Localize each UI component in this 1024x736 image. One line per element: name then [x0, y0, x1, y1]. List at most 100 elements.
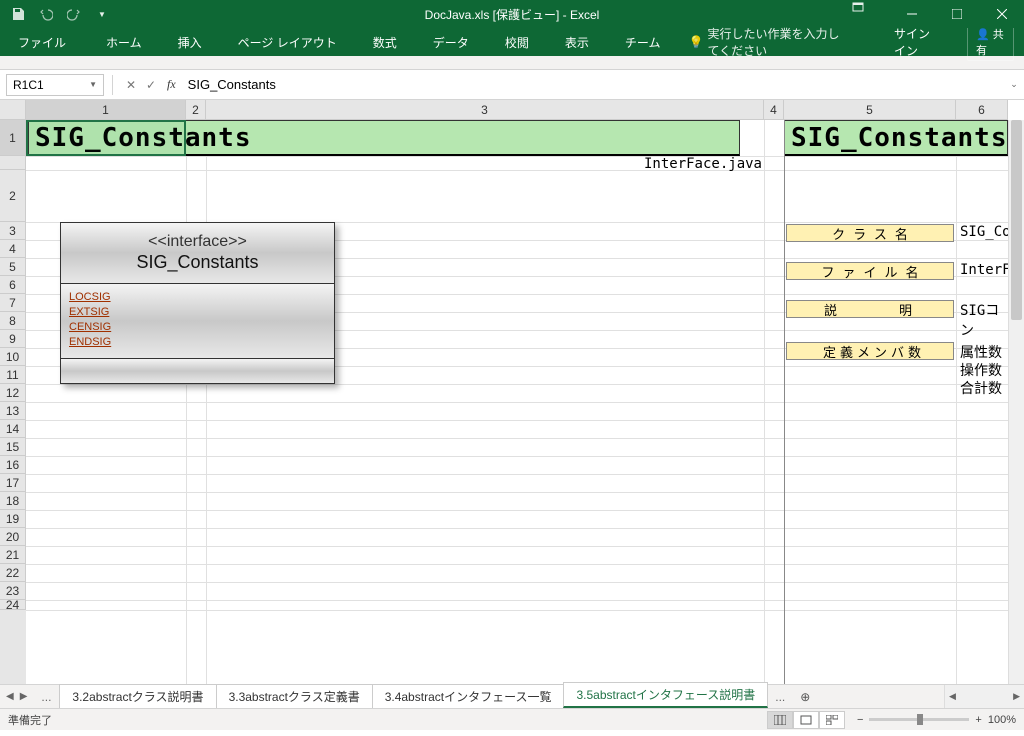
column-headers[interactable]: 123456 [26, 100, 1008, 120]
row-header[interactable]: 19 [0, 510, 26, 528]
save-icon[interactable] [10, 6, 26, 22]
zoom-out-icon[interactable]: − [857, 714, 863, 726]
scrollbar-thumb[interactable] [1011, 120, 1022, 320]
formula-input[interactable] [182, 77, 1004, 92]
uml-attr-link[interactable]: EXTSIG [69, 305, 326, 320]
tab-formulas[interactable]: 数式 [365, 30, 405, 55]
ribbon-collapsed-area [0, 56, 1024, 70]
cell-title-right[interactable]: SIG_Constants [784, 120, 1008, 156]
label-class-name[interactable]: クラス名 [786, 224, 954, 242]
row-header[interactable]: 20 [0, 528, 26, 546]
chevron-down-icon[interactable]: ▼ [89, 80, 97, 89]
tab-team[interactable]: チーム [617, 30, 669, 55]
view-pagelayout-button[interactable] [793, 711, 819, 729]
row-header[interactable]: 14 [0, 420, 26, 438]
worksheet-area: 123456 123456789101112131415161718192021… [0, 100, 1024, 684]
row-header[interactable]: 11 [0, 366, 26, 384]
row-header[interactable]: 6 [0, 276, 26, 294]
tab-more-left[interactable]: ... [33, 685, 59, 708]
tab-home[interactable]: ホーム [98, 30, 150, 55]
cell-desc-value[interactable]: SIGコン [960, 300, 1008, 340]
sheet-tab[interactable]: 3.4abstractインタフェース一覧 [372, 684, 565, 708]
column-header[interactable]: 5 [784, 100, 956, 120]
maximize-button[interactable] [934, 0, 979, 28]
column-header[interactable]: 3 [206, 100, 764, 120]
uml-diagram[interactable]: <<interface>> SIG_Constants LOCSIG EXTSI… [60, 222, 335, 384]
expand-formula-icon[interactable]: ⌄ [1004, 79, 1024, 90]
row-header[interactable]: 3 [0, 222, 26, 240]
row-header[interactable]: 9 [0, 330, 26, 348]
row-header[interactable]: 15 [0, 438, 26, 456]
view-pagebreak-button[interactable] [819, 711, 845, 729]
tab-review[interactable]: 校閲 [497, 30, 537, 55]
row-header[interactable]: 1 [0, 120, 26, 156]
label-file-name[interactable]: ファイル名 [786, 262, 954, 280]
tab-more-right[interactable]: ... [767, 685, 793, 708]
tab-file[interactable]: ファイル [10, 30, 74, 55]
row-header[interactable]: 7 [0, 294, 26, 312]
row-header[interactable]: 22 [0, 564, 26, 582]
cell-class-value[interactable]: SIG_Co [960, 224, 1008, 240]
sheet-tab-strip: ◀▶ ... 3.2abstractクラス説明書 3.3abstractクラス定… [0, 684, 1024, 708]
cell-op-count[interactable]: 操作数 [960, 360, 1002, 380]
row-header[interactable]: 21 [0, 546, 26, 564]
undo-icon[interactable] [38, 6, 54, 22]
uml-attr-link[interactable]: ENDSIG [69, 335, 326, 350]
cell-interface-java[interactable]: InterFace.java [206, 156, 762, 172]
tab-insert[interactable]: 挿入 [170, 30, 210, 55]
zoom-slider[interactable] [869, 718, 969, 721]
select-all-corner[interactable] [0, 100, 26, 120]
tell-me-box[interactable]: 💡 実行したい作業を入力してください [688, 25, 846, 59]
row-header[interactable]: 17 [0, 474, 26, 492]
row-header[interactable]: 18 [0, 492, 26, 510]
cancel-formula-icon[interactable]: ✕ [121, 78, 141, 92]
grid[interactable]: SIG_Constants SIG_Constants InterFace.ja… [26, 120, 1008, 684]
add-sheet-button[interactable]: ⊕ [793, 685, 817, 708]
column-header[interactable]: 1 [26, 100, 186, 120]
label-member-count[interactable]: 定義メンバ数 [786, 342, 954, 360]
tab-nav[interactable]: ◀▶ [0, 685, 33, 708]
row-header[interactable]: 2 [0, 170, 26, 222]
row-headers[interactable]: 123456789101112131415161718192021222324 [0, 120, 26, 684]
close-button[interactable] [979, 0, 1024, 28]
row-header[interactable]: 4 [0, 240, 26, 258]
view-normal-button[interactable] [767, 711, 793, 729]
sheet-tab[interactable]: 3.2abstractクラス説明書 [59, 684, 216, 708]
qa-customize-icon[interactable]: ▼ [94, 6, 110, 22]
zoom-value[interactable]: 100% [988, 714, 1016, 726]
row-header[interactable]: 12 [0, 384, 26, 402]
tab-data[interactable]: データ [425, 30, 477, 55]
title-bar: ▼ DocJava.xls [保護ビュー] - Excel [0, 0, 1024, 28]
row-header[interactable] [0, 156, 26, 170]
row-header[interactable]: 10 [0, 348, 26, 366]
sheet-tab-active[interactable]: 3.5abstractインタフェース説明書 [563, 682, 768, 708]
column-header[interactable]: 4 [764, 100, 784, 120]
vertical-scrollbar[interactable] [1008, 120, 1024, 684]
sheet-tab[interactable]: 3.3abstractクラス定義書 [216, 684, 373, 708]
column-header[interactable]: 6 [956, 100, 1008, 120]
ribbon-options-icon[interactable] [851, 0, 865, 28]
cell-attr-count[interactable]: 属性数 [960, 342, 1002, 362]
horizontal-scrollbar[interactable]: ◀▶ [944, 685, 1024, 708]
tab-pagelayout[interactable]: ページ レイアウト [230, 30, 345, 55]
label-description[interactable]: 説 明 [786, 300, 954, 318]
uml-attr-link[interactable]: LOCSIG [69, 290, 326, 305]
enter-formula-icon[interactable]: ✓ [141, 78, 161, 92]
minimize-button[interactable] [889, 0, 934, 28]
uml-attr-link[interactable]: CENSIG [69, 320, 326, 335]
tab-view[interactable]: 表示 [557, 30, 597, 55]
zoom-control[interactable]: − + 100% [857, 714, 1016, 726]
cell-total-count[interactable]: 合計数 [960, 378, 1002, 398]
name-box[interactable]: R1C1 ▼ [6, 74, 104, 96]
zoom-in-icon[interactable]: + [975, 714, 981, 726]
redo-icon[interactable] [66, 6, 82, 22]
row-header[interactable]: 8 [0, 312, 26, 330]
share-button[interactable]: 👤 共有 [967, 23, 1014, 61]
row-header[interactable]: 5 [0, 258, 26, 276]
row-header[interactable]: 16 [0, 456, 26, 474]
row-header[interactable]: 24 [0, 600, 26, 610]
column-header[interactable]: 2 [186, 100, 206, 120]
row-header[interactable]: 13 [0, 402, 26, 420]
cell-file-value[interactable]: InterF [960, 262, 1008, 278]
fx-icon[interactable]: fx [167, 77, 176, 92]
